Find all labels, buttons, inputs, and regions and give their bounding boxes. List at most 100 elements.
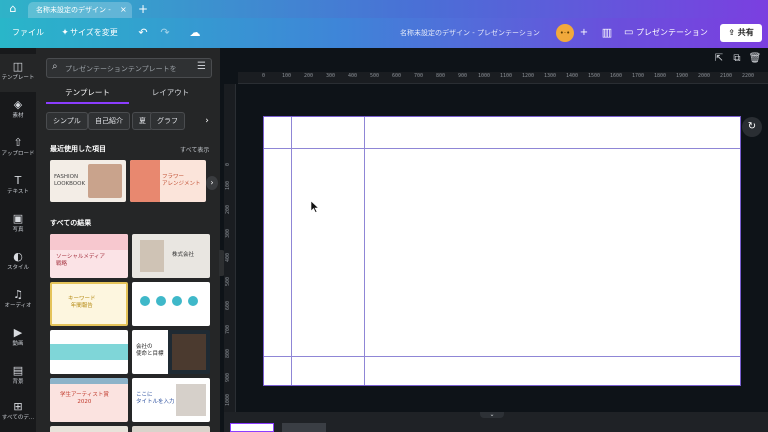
refresh-icon[interactable]: ↻ [742, 117, 762, 137]
add-people-button[interactable]: + [578, 18, 590, 48]
see-all-link[interactable]: すべて表示 [180, 145, 209, 154]
file-menu-button[interactable]: ファイル [12, 18, 44, 48]
template-icon: ◫ [12, 60, 24, 73]
add-page-thumbnail[interactable] [282, 423, 326, 432]
result-template-2[interactable]: 株式会社 [132, 234, 210, 278]
new-tab-button[interactable]: + [138, 1, 148, 17]
ruler-tick: 1400 [566, 73, 579, 79]
ruler-guide-vertical[interactable] [364, 117, 365, 385]
tab-close-icon[interactable]: × [120, 2, 127, 18]
presentation-page[interactable] [263, 116, 741, 386]
add-page-icon[interactable]: ⇱ [712, 52, 726, 66]
circle-mark [172, 296, 182, 306]
browser-tab-title: 名称未設定のデザイン - [36, 6, 111, 14]
ruler-tick: 2000 [698, 73, 711, 79]
left-icon-rail: ◫ テンプレート ◈ 素材 ⇧ アップロード T テキスト ▣ 写真 ◐ スタイ… [0, 48, 36, 432]
ruler-guide-vertical[interactable] [291, 117, 292, 385]
ruler-tick: 2100 [720, 73, 733, 79]
color-block [50, 234, 128, 250]
thumb-text: 学生アーティスト賞 2020 [60, 392, 109, 405]
ruler-tick: 1600 [610, 73, 623, 79]
result-template-10[interactable] [132, 426, 210, 432]
tab-layout[interactable]: レイアウト [129, 84, 212, 104]
music-icon: ♫ [13, 288, 23, 301]
chip-next-icon[interactable]: › [200, 112, 214, 130]
rail-item-photos[interactable]: ▣ 写真 [0, 206, 36, 244]
rail-item-video[interactable]: ▶ 動画 [0, 320, 36, 358]
rail-item-background[interactable]: ▤ 背景 [0, 358, 36, 396]
result-template-1[interactable]: ソーシャルメディア 戦略 [50, 234, 128, 278]
video-icon: ▶ [13, 326, 23, 339]
elements-icon: ◈ [13, 98, 23, 111]
vertical-ruler[interactable]: 0 100 200 300 400 500 600 700 800 900 10… [224, 84, 236, 432]
recent-template-1[interactable]: FASHION LOOKBOOK [50, 160, 126, 202]
filter-icon[interactable]: ☰ [197, 61, 206, 72]
ruler-tick: 900 [458, 73, 468, 79]
ruler-tick: 400 [225, 252, 231, 262]
tab-template[interactable]: テンプレート [46, 84, 129, 104]
horizontal-ruler[interactable]: 0 100 200 300 400 500 600 700 800 900 10… [238, 72, 768, 84]
result-template-9[interactable] [50, 426, 128, 432]
analytics-icon[interactable]: ▥ [600, 18, 614, 48]
recent-template-2[interactable]: フラワー アレンジメント [130, 160, 206, 202]
cloud-save-icon[interactable]: ☁ [188, 18, 202, 48]
rail-item-text[interactable]: T テキスト [0, 168, 36, 206]
result-template-4[interactable] [132, 282, 210, 326]
browser-tab[interactable]: 名称未設定のデザイン - [28, 2, 132, 18]
rail-item-elements[interactable]: ◈ 素材 [0, 92, 36, 130]
result-template-6[interactable]: 会社の 使命と目標 [132, 330, 210, 374]
chip-graph[interactable]: グラフ [150, 112, 185, 130]
result-template-7[interactable]: 学生アーティスト賞 2020 [50, 378, 128, 422]
result-template-8[interactable]: ここに タイトルを入力 [132, 378, 210, 422]
circle-mark [140, 296, 150, 306]
home-icon[interactable]: ⌂ [6, 2, 20, 16]
ruler-tick: 300 [326, 73, 336, 79]
ruler-tick: 0 [262, 73, 266, 79]
chip-self-intro[interactable]: 自己紹介 [88, 112, 130, 130]
rail-item-styles[interactable]: ◐ スタイル [0, 244, 36, 282]
rail-item-upload[interactable]: ⇧ アップロード [0, 130, 36, 168]
rail-item-more[interactable]: ⊞ すべてのデ... [0, 394, 36, 432]
ruler-tick: 700 [225, 324, 231, 334]
color-block [50, 344, 128, 360]
ruler-guide-horizontal[interactable] [264, 356, 740, 357]
thumb-text: ここに タイトルを入力 [136, 392, 175, 405]
ruler-tick: 1500 [588, 73, 601, 79]
result-template-5[interactable] [50, 330, 128, 374]
ruler-guide-horizontal[interactable] [264, 148, 740, 149]
chevron-down-icon[interactable]: ⌄ [480, 412, 504, 418]
share-button[interactable]: ⇪ 共有 [720, 24, 762, 42]
present-button[interactable]: ▭ プレゼンテーション [624, 18, 708, 48]
redo-icon[interactable]: ↷ [158, 18, 172, 48]
share-icon: ⇪ [728, 28, 735, 37]
circle-mark [156, 296, 166, 306]
editor-header: ファイル ✦ サイズを変更 ↶ ↷ ☁ 名称未設定のデザイン - プレゼンテーシ… [0, 18, 768, 48]
resize-button[interactable]: サイズを変更 [70, 18, 118, 48]
template-search: ⌕ ☰ [46, 58, 212, 78]
duplicate-icon[interactable]: ⧉ [730, 52, 744, 66]
ruler-tick: 1900 [676, 73, 689, 79]
undo-icon[interactable]: ↶ [136, 18, 150, 48]
search-input[interactable] [65, 61, 193, 76]
photo-placeholder [88, 164, 122, 198]
result-template-3[interactable]: キーワード 年間報告 [50, 282, 128, 326]
avatar[interactable]: •·• [556, 24, 574, 42]
present-label: プレゼンテーション [636, 28, 708, 37]
ruler-tick: 1000 [478, 73, 491, 79]
template-panel: ⌕ ☰ テンプレート レイアウト シンプル 自己紹介 夏 グラフ › 最近使用し… [36, 48, 220, 432]
page-thumbnail[interactable] [230, 423, 274, 432]
rail-item-template[interactable]: ◫ テンプレート [0, 54, 36, 92]
rail-item-audio[interactable]: ♫ オーディオ [0, 282, 36, 320]
grid-icon: ⊞ [13, 400, 23, 413]
thumb-text: 会社の 使命と目標 [136, 344, 164, 357]
ruler-tick: 100 [225, 180, 231, 190]
trash-icon[interactable]: 🗑 [748, 52, 762, 66]
text-icon: T [14, 174, 22, 187]
upload-icon: ⇧ [13, 136, 23, 149]
design-title[interactable]: 名称未設定のデザイン - プレゼンテーション [400, 18, 540, 48]
canva-editor: ⌂ 名称未設定のデザイン - × + ファイル ✦ サイズを変更 ↶ ↷ ☁ 名… [0, 0, 768, 432]
photos-icon: ▣ [12, 212, 24, 225]
recent-next-icon[interactable]: › [206, 176, 218, 190]
ruler-tick: 2200 [742, 73, 755, 79]
chip-simple[interactable]: シンプル [46, 112, 88, 130]
